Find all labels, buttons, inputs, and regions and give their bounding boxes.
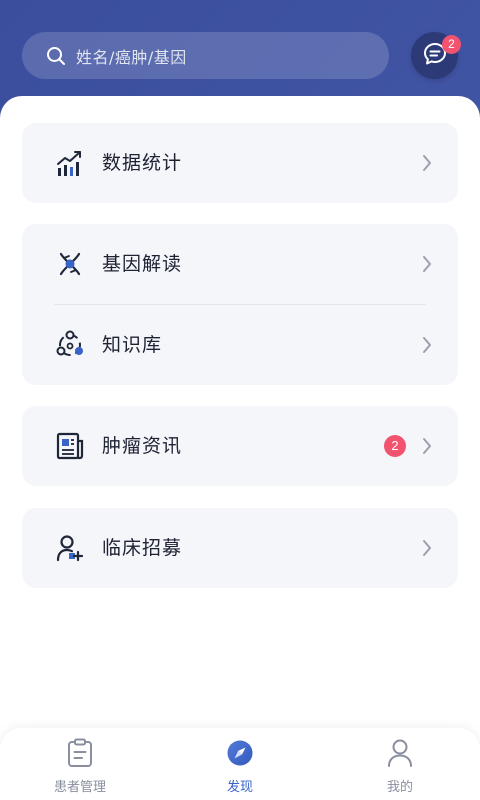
message-badge: 2 [442,35,461,54]
chevron-right-icon [421,153,433,173]
stats-card: 数据统计 [22,123,458,203]
search-icon [46,46,66,66]
tab-label: 我的 [386,780,413,795]
main-content: 数据统计 基因解读 知识库 肿瘤资讯 2 临床招募 [0,96,480,800]
menu-label-trial: 临床招募 [102,537,183,559]
search-bar[interactable]: 姓名/癌肿/基因 [22,32,389,79]
menu-item-stats[interactable]: 数据统计 [22,123,458,203]
news-badge: 2 [384,435,406,457]
newspaper-icon [55,431,85,461]
trial-card: 临床招募 [22,508,458,588]
menu-label-stats: 数据统计 [102,152,183,174]
tab-patients[interactable]: 患者管理 [0,728,160,800]
menu-item-knowledge[interactable]: 知识库 [22,305,458,385]
news-card: 肿瘤资讯 2 [22,406,458,486]
tab-discover[interactable]: 发现 [160,728,320,800]
chevron-right-icon [421,335,433,355]
dna-icon [55,249,85,279]
add-person-icon [55,533,85,563]
bottom-tab-bar: 患者管理 发现 我的 [0,728,480,800]
person-icon [386,738,414,768]
discover-compass-icon [226,738,254,768]
chevron-right-icon [421,538,433,558]
research-card: 基因解读 知识库 [22,224,458,385]
tab-label: 发现 [226,780,253,795]
chevron-right-icon [421,254,433,274]
knowledge-network-icon [55,330,85,360]
menu-label-gene: 基因解读 [102,253,183,275]
menu-label-knowledge: 知识库 [102,334,163,356]
chevron-right-icon [421,436,433,456]
header: 姓名/癌肿/基因 2 [0,0,480,110]
menu-item-gene[interactable]: 基因解读 [22,224,458,304]
clipboard-icon [66,738,94,768]
trend-chart-icon [55,148,85,178]
menu-label-news: 肿瘤资讯 [102,435,183,457]
tab-label: 患者管理 [53,780,106,795]
search-placeholder: 姓名/癌肿/基因 [76,47,187,67]
tab-mine[interactable]: 我的 [320,728,480,800]
menu-item-news[interactable]: 肿瘤资讯 2 [22,406,458,486]
menu-item-trial[interactable]: 临床招募 [22,508,458,588]
